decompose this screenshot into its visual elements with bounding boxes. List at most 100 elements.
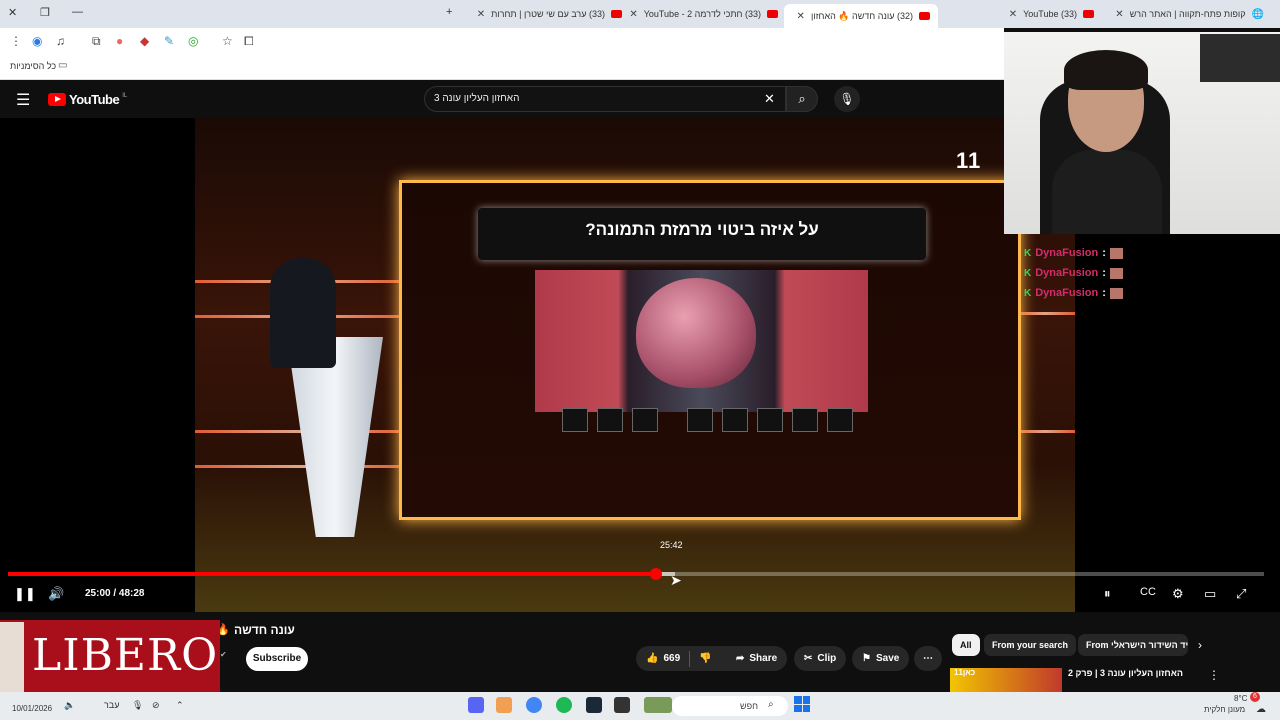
tab-4[interactable]: (33) חתכי לדרמה 2 - YouTube ✕ — [628, 4, 778, 24]
time-display: 25:00 / 48:28 — [85, 588, 145, 599]
chat-badge-icon: K — [1024, 267, 1032, 279]
media-icon[interactable]: ♫ — [56, 34, 65, 48]
close-window-icon[interactable]: ✕ — [8, 6, 17, 19]
ad-brand-text: LIBERO — [32, 630, 219, 681]
voice-search-button[interactable]: 🎙 — [834, 86, 860, 112]
extension-d-icon[interactable]: ◎ — [188, 34, 198, 48]
autoplay-toggle[interactable]: ⏸ — [1104, 586, 1111, 602]
tab-active[interactable]: (32) עונה חדשה 🔥 האחזון ✕ — [784, 4, 938, 28]
youtube-logo-text: YouTube — [69, 92, 120, 107]
chip-from-search[interactable]: From your search — [984, 634, 1077, 656]
progress-scrubber[interactable] — [650, 568, 663, 580]
cast-icon[interactable]: ⧠ — [244, 34, 254, 49]
more-vertical-icon[interactable]: ⋮ — [1208, 668, 1220, 682]
volume-button[interactable]: 🔊 — [48, 586, 64, 602]
tab-title: (33) חתכי לדרמה 2 - YouTube — [643, 9, 761, 19]
tab-title: (32) עונה חדשה 🔥 האחזון — [810, 10, 913, 21]
clip-button[interactable]: ✂ Clip — [794, 646, 847, 671]
chat-badge-icon: K — [1024, 247, 1032, 259]
speaker-icon[interactable]: 🔈 — [64, 700, 75, 711]
notification-badge: 6 — [1250, 692, 1260, 702]
chevron-up-icon[interactable]: ⌃ — [176, 700, 184, 711]
theater-mode-button[interactable]: ▭ — [1204, 586, 1216, 602]
tab-title: קופות פתח-תקווה | האתר הרש — [1129, 9, 1246, 19]
youtube-favicon-icon — [919, 12, 930, 20]
more-actions-button[interactable]: ⋯ — [914, 646, 942, 671]
chip-from-channel[interactable]: From ניד השידור הישראלי — [1078, 634, 1188, 656]
hidden-icons-icon[interactable]: ⊘ — [152, 700, 160, 711]
more-horizontal-icon: ⋯ — [923, 653, 933, 664]
all-bookmarks-link[interactable]: כל הסימניות — [10, 61, 56, 71]
dislike-button[interactable]: 👎 — [699, 653, 711, 664]
search-icon: ⌕ — [768, 699, 774, 710]
browser-toolbar — [0, 28, 1004, 56]
answer-slot — [757, 408, 783, 432]
share-label: Share — [749, 653, 778, 664]
answer-slot — [687, 408, 713, 432]
close-tab-icon[interactable]: ✕ — [1115, 9, 1123, 20]
minimize-window-icon[interactable]: — — [72, 6, 83, 18]
extension-a-icon[interactable]: ● — [116, 34, 123, 48]
bookmark-icon: ⚑ — [862, 653, 871, 664]
progress-played — [8, 572, 657, 576]
mic-icon[interactable]: 🎙 — [132, 700, 143, 711]
quiz-question: על איזה ביטוי מרמזת התמונה? — [478, 208, 926, 260]
tab-2[interactable]: (33) YouTube ✕ — [944, 4, 1094, 24]
chat-text: : — [1102, 287, 1106, 299]
captions-button[interactable]: CC — [1140, 586, 1156, 598]
discord-icon[interactable] — [468, 697, 484, 713]
fullscreen-icon: ⤢ — [1236, 586, 1247, 601]
extensions-icon[interactable]: ⧉ — [92, 34, 101, 49]
spotify-icon[interactable] — [556, 697, 572, 713]
thumbs-down-icon: 👎 — [699, 653, 712, 664]
chip-all[interactable]: All — [952, 634, 980, 656]
folder-icon: ▭ — [58, 60, 68, 71]
extension-b-icon[interactable]: ◆ — [140, 34, 149, 48]
weather-temp[interactable]: 8°C — [1234, 694, 1247, 703]
close-tab-icon[interactable]: ✕ — [1009, 9, 1017, 20]
taskbar-date[interactable]: 10/01/2026 — [12, 704, 52, 713]
stage-light — [1015, 430, 1075, 433]
close-tab-icon[interactable]: ✕ — [629, 9, 637, 20]
chevron-right-icon[interactable]: › — [1198, 638, 1202, 652]
new-tab-icon[interactable]: + — [446, 6, 452, 18]
restore-window-icon[interactable]: ❐ — [40, 6, 50, 19]
app-icon[interactable] — [496, 697, 512, 713]
microphone-icon: 🎙 — [839, 92, 855, 106]
tab-title: (33) YouTube — [1023, 9, 1077, 19]
tab-5[interactable]: (33) ערב עם שי שטרן | תחרות ✕ — [468, 4, 622, 24]
clear-search-icon[interactable]: ✕ — [764, 91, 775, 107]
fullscreen-button[interactable]: ⤢ — [1236, 586, 1246, 602]
pause-button[interactable]: ❚❚ — [14, 586, 36, 602]
channel-watermark: 11 — [956, 148, 982, 173]
language-indicator[interactable]: עבר — [104, 700, 119, 710]
youtube-logo[interactable]: YouTube IL — [48, 92, 127, 107]
webcam-person-body — [1052, 150, 1162, 234]
recommendation-title[interactable]: האחזון העליון עונה 3 | פרק 2 — [1068, 668, 1183, 678]
start-button[interactable] — [794, 696, 810, 712]
profile-icon[interactable]: ◉ — [32, 34, 42, 48]
like-button[interactable]: 👍 669 — [646, 653, 680, 664]
hamburger-menu-icon[interactable]: ☰ — [16, 90, 30, 110]
menu-kebab-icon[interactable]: ⋮ — [10, 34, 22, 48]
answer-slot — [827, 408, 853, 432]
chat-message: K DynaFusion : — [1024, 267, 1123, 279]
search-button[interactable]: ⌕ — [786, 86, 818, 112]
steam-icon[interactable] — [586, 697, 602, 713]
share-button[interactable]: ➦ Share — [726, 646, 788, 671]
subscribe-button[interactable]: Subscribe — [246, 647, 308, 671]
save-button[interactable]: ⚑ Save — [852, 646, 910, 671]
terminal-icon[interactable] — [614, 697, 630, 713]
extension-c-icon[interactable]: ✎ — [164, 34, 174, 48]
answer-slot — [562, 408, 588, 432]
widgets-icon[interactable] — [644, 697, 672, 713]
weather-icon: ☁ — [1256, 704, 1266, 715]
chrome-icon[interactable] — [526, 697, 542, 713]
close-tab-icon[interactable]: ✕ — [477, 9, 485, 20]
divider — [689, 650, 691, 667]
close-tab-icon[interactable]: ✕ — [797, 11, 805, 22]
settings-button[interactable]: ⚙ — [1172, 586, 1184, 602]
host-figure — [270, 258, 336, 368]
bookmark-star-icon[interactable]: ☆ — [222, 34, 233, 48]
tab-1[interactable]: 🌐 קופות פתח-תקווה | האתר הרש ✕ — [1104, 4, 1264, 24]
